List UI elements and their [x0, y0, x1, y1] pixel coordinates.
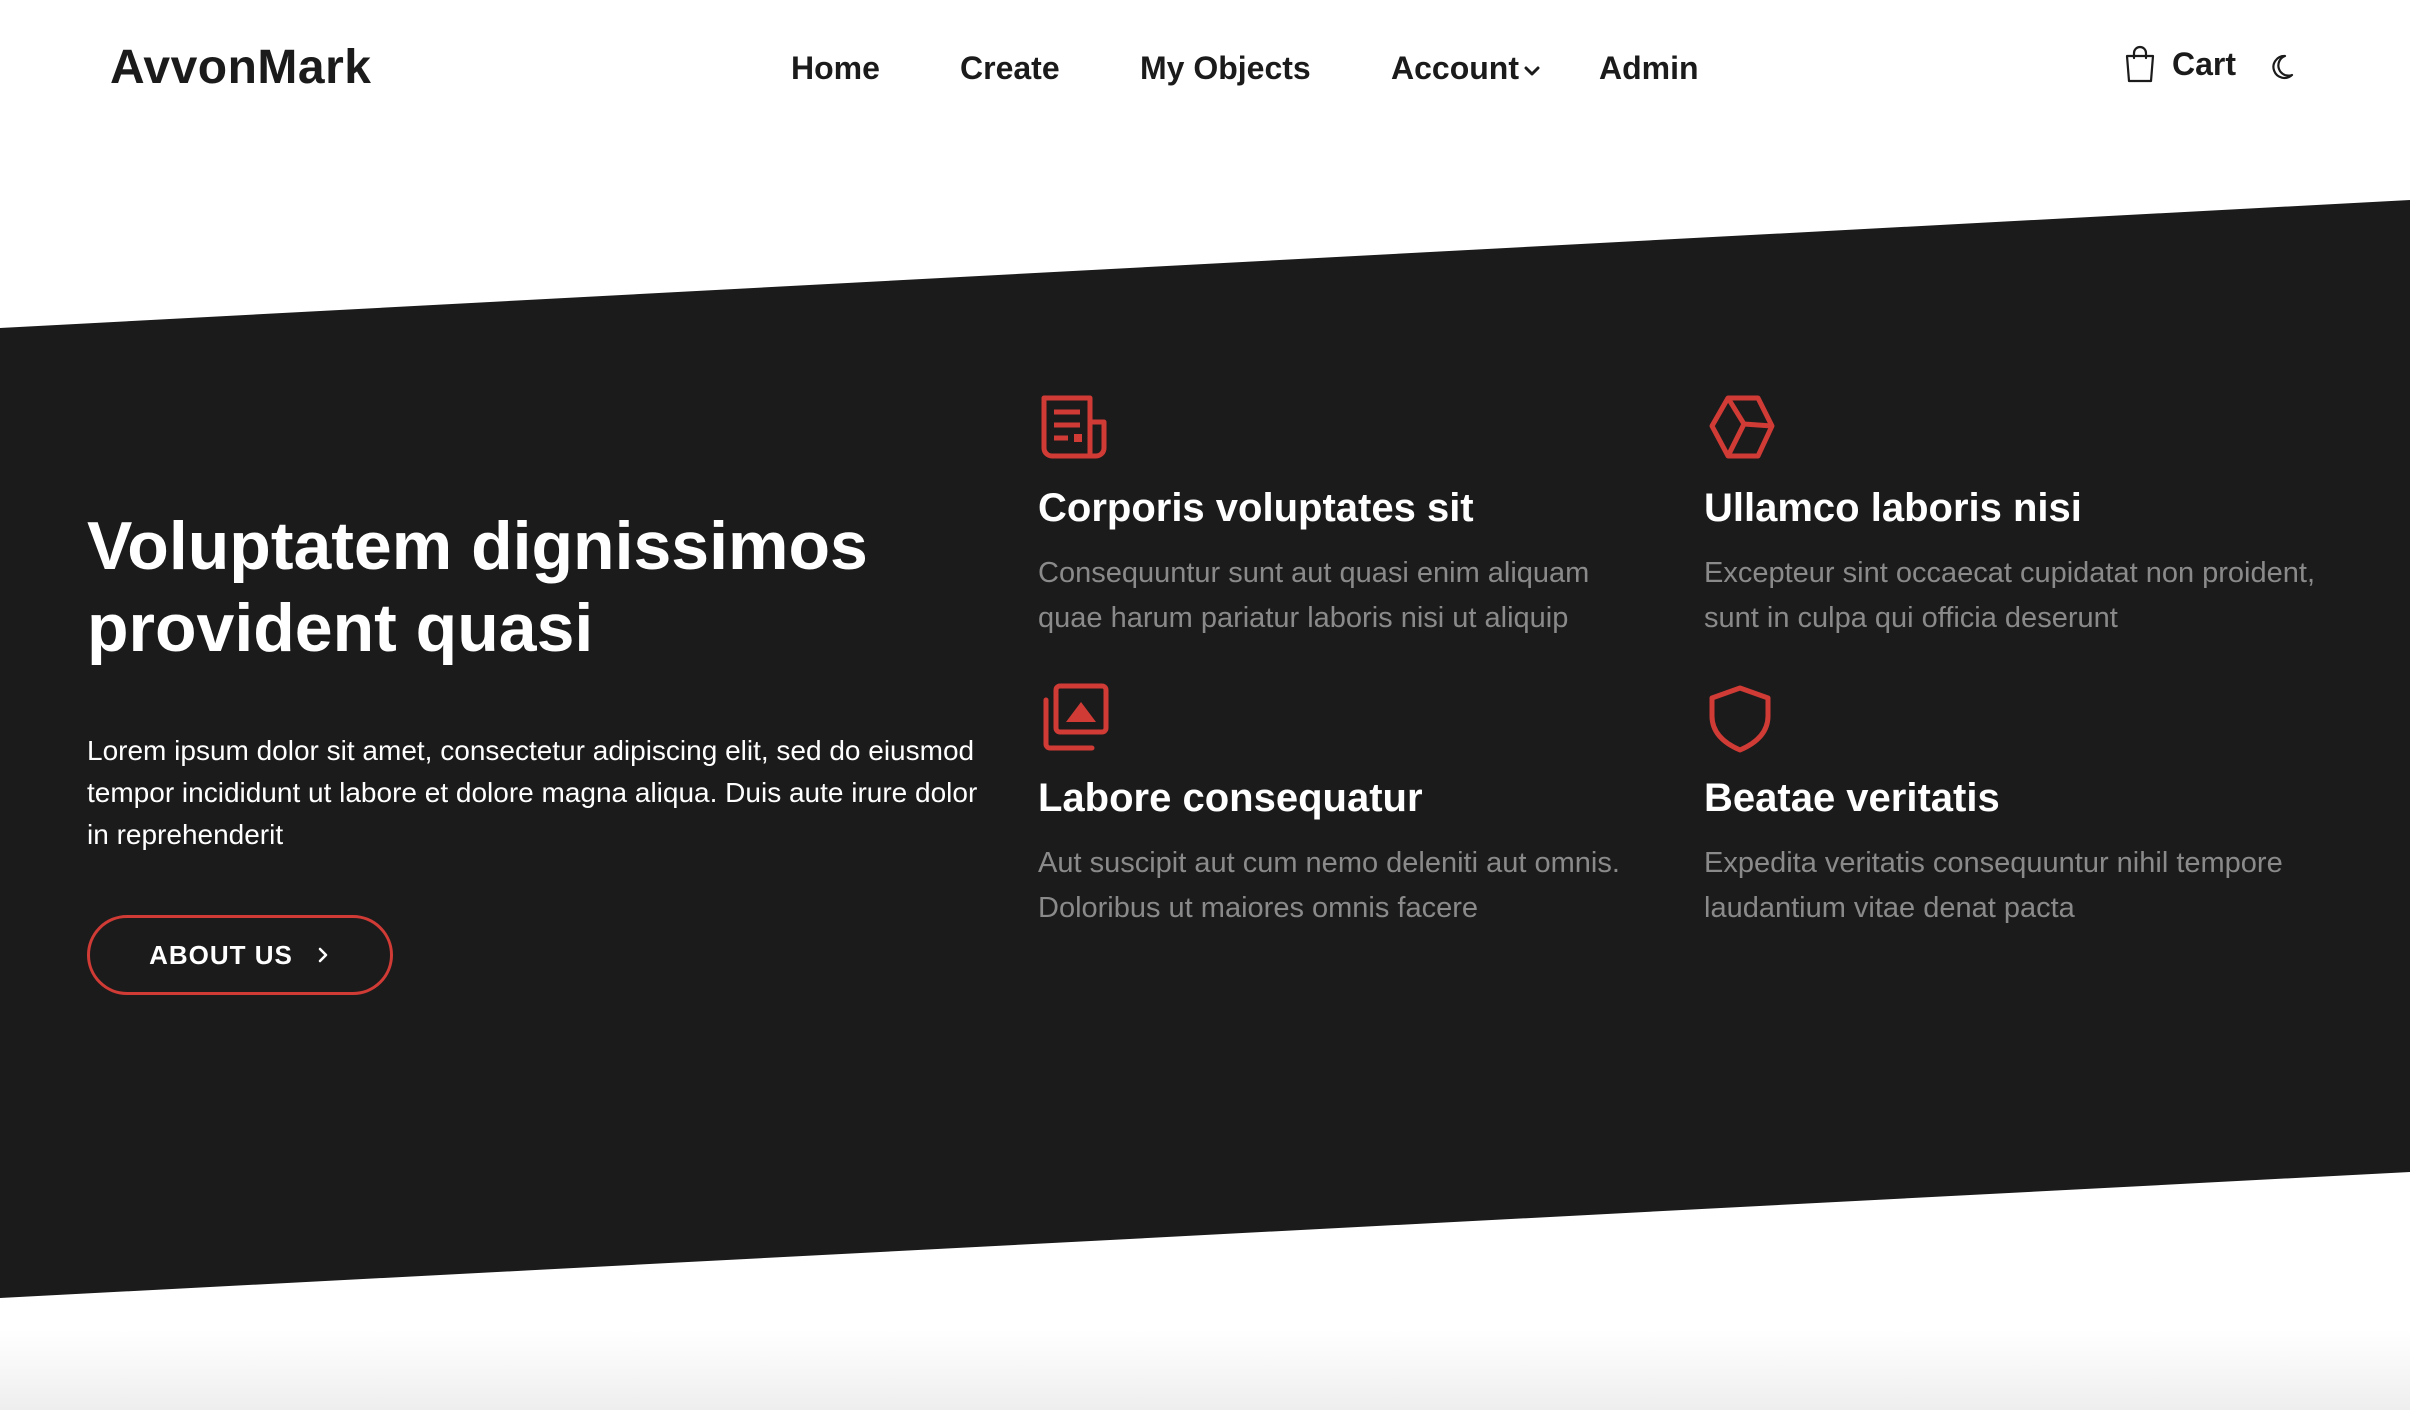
- nav-home[interactable]: Home: [791, 50, 880, 87]
- shield-icon: [1709, 685, 1771, 753]
- feature-card: Labore consequatur Aut suscipit aut cum …: [1038, 682, 1658, 931]
- images-icon: [1043, 683, 1109, 751]
- main-nav: Home Create My Objects Account Admin: [0, 50, 2410, 90]
- box-icon: [1709, 395, 1775, 459]
- hero-title: Voluptatem dignissimos provident quasi: [87, 508, 868, 666]
- nav-create[interactable]: Create: [960, 50, 1060, 87]
- about-us-button[interactable]: ABOUT US: [87, 915, 393, 995]
- moon-icon[interactable]: [2266, 52, 2296, 82]
- feature-text: Aut suscipit aut cum nemo deleniti aut o…: [1038, 847, 1620, 924]
- feature-text: Excepteur sint occaecat cupidatat non pr…: [1704, 557, 2315, 634]
- site-header: AvvonMark Home Create My Objects Account…: [0, 0, 2410, 136]
- feature-text: Expedita veritatis consequuntur nihil te…: [1704, 847, 2283, 924]
- feature-card: Beatae veritatis Expedita veritatis cons…: [1704, 682, 2324, 931]
- feature-text: Consequuntur sunt aut quasi enim aliquam…: [1038, 557, 1590, 634]
- chevron-down-icon: [1524, 66, 1540, 76]
- nav-my-objects[interactable]: My Objects: [1140, 50, 1311, 87]
- cart-button[interactable]: Cart: [2122, 44, 2236, 84]
- section-shadow: [0, 1330, 2410, 1410]
- hero-text: Lorem ipsum dolor sit amet, consectetur …: [87, 735, 978, 850]
- feature-title: Beatae veritatis: [1704, 776, 2000, 820]
- feature-title: Ullamco laboris nisi: [1704, 486, 2082, 530]
- nav-admin[interactable]: Admin: [1599, 50, 1699, 87]
- about-us-label: ABOUT US: [149, 939, 293, 970]
- feature-card: Ullamco laboris nisi Excepteur sint occa…: [1704, 392, 2324, 641]
- feature-title: Labore consequatur: [1038, 776, 1423, 820]
- cart-label: Cart: [2172, 45, 2237, 82]
- newspaper-icon: [1041, 395, 1107, 459]
- feature-card: Corporis voluptates sit Consequuntur sun…: [1038, 392, 1658, 641]
- nav-account-label: Account: [1391, 50, 1519, 86]
- shopping-bag-icon: [2125, 45, 2155, 83]
- feature-title: Corporis voluptates sit: [1038, 486, 1474, 530]
- chevron-right-icon: [318, 947, 328, 963]
- nav-account[interactable]: Account: [1391, 50, 1541, 87]
